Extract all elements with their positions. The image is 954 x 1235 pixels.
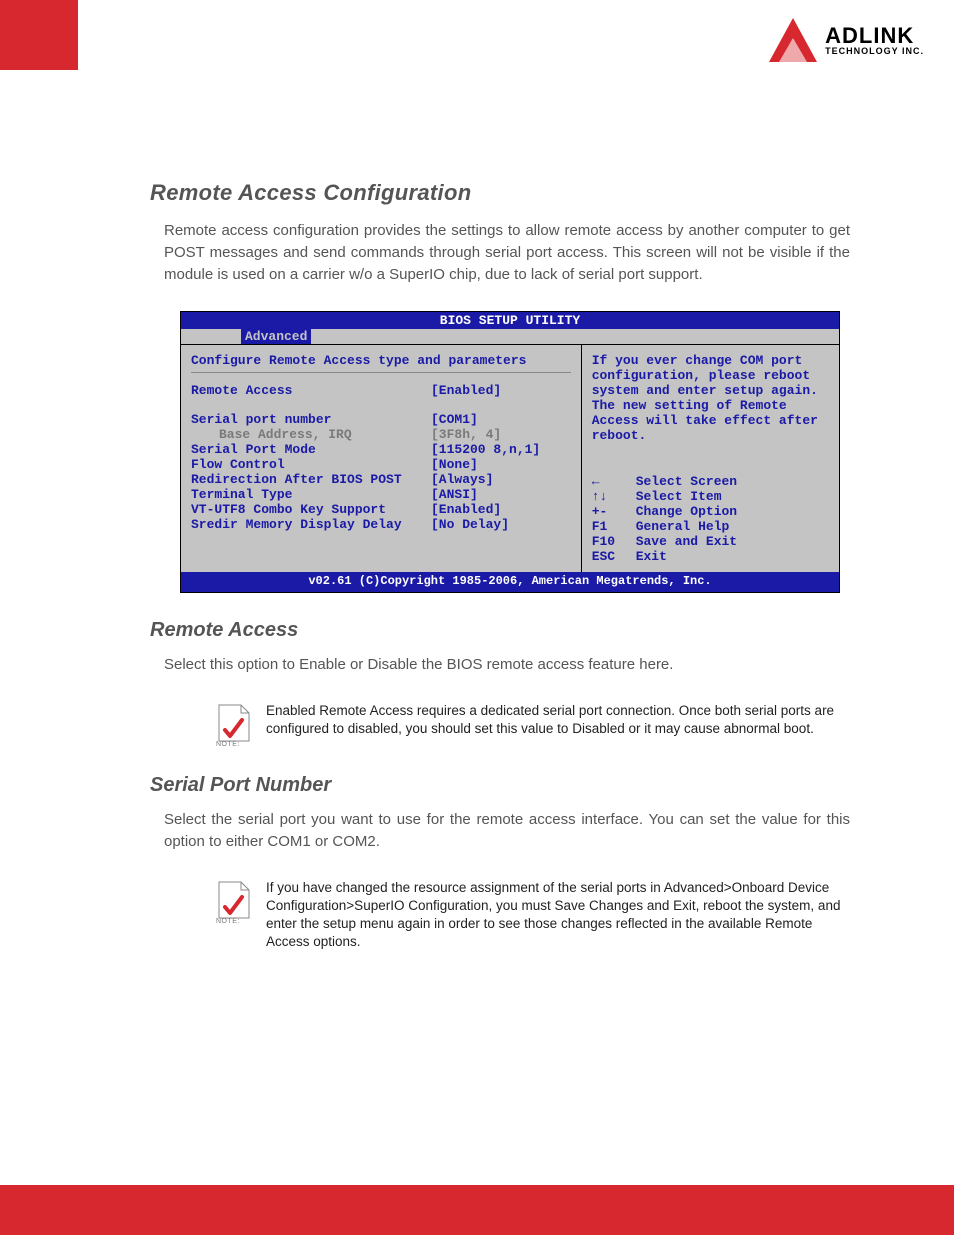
bios-setting-value: [COM1] (431, 412, 478, 427)
bios-setting-label: Base Address, IRQ (191, 427, 431, 442)
bios-footer: v02.61 (C)Copyright 1985-2006, American … (181, 572, 839, 592)
bios-right-pane: If you ever change COM port configuratio… (582, 345, 839, 572)
bios-setting-label: Remote Access (191, 383, 431, 398)
bios-nav-row: ESCExit (592, 549, 829, 564)
note-icon: NOTE: (216, 702, 252, 744)
bios-nav-row: ←Select Screen (592, 474, 829, 489)
bios-left-pane: Configure Remote Access type and paramet… (181, 345, 582, 572)
bios-setting-label: Sredir Memory Display Delay (191, 517, 431, 532)
footer-red-bar (0, 1185, 954, 1235)
header-red-tab (0, 0, 78, 70)
bios-nav-keys: ←Select Screen↑↓Select Item+-Change Opti… (592, 474, 829, 564)
bios-setting-label: VT-UTF8 Combo Key Support (191, 502, 431, 517)
section-title-remote-access-config: Remote Access Configuration (150, 180, 850, 206)
bios-setting-row: Remote Access[Enabled] (191, 383, 571, 398)
bios-tab-row: Advanced (181, 329, 839, 345)
bios-setting-row: Terminal Type[ANSI] (191, 487, 571, 502)
bios-setting-value: [No Delay] (431, 517, 509, 532)
note-text-2: If you have changed the resource assignm… (266, 879, 850, 952)
bios-nav-action: Change Option (636, 504, 737, 519)
bios-setting-value: [115200 8,n,1] (431, 442, 540, 457)
bios-setting-label: Flow Control (191, 457, 431, 472)
section-title-serial-port-number: Serial Port Number (150, 774, 850, 797)
bios-setting-value: [None] (431, 457, 478, 472)
note-block-2: NOTE: If you have changed the resource a… (216, 879, 850, 952)
section-title-remote-access: Remote Access (150, 619, 850, 642)
bios-nav-row: ↑↓Select Item (592, 489, 829, 504)
bios-setting-value: [Enabled] (431, 502, 501, 517)
bios-nav-key: +- (592, 504, 636, 519)
bios-setting-value: [Enabled] (431, 383, 501, 398)
note-block-1: NOTE: Enabled Remote Access requires a d… (216, 702, 850, 744)
bios-title-bar: BIOS SETUP UTILITY (181, 312, 839, 329)
bios-setting-label: Terminal Type (191, 487, 431, 502)
bios-nav-action: Save and Exit (636, 534, 737, 549)
bios-nav-row: +-Change Option (592, 504, 829, 519)
bios-setting-row: Redirection After BIOS POST[Always] (191, 472, 571, 487)
brand-logo: ADLINK TECHNOLOGY INC. (769, 18, 924, 62)
bios-nav-key: F1 (592, 519, 636, 534)
bios-nav-key: ESC (592, 549, 636, 564)
bios-setting-label: Serial Port Mode (191, 442, 431, 457)
bios-nav-key: ↑↓ (592, 489, 636, 504)
bios-setting-row: Serial port number[COM1] (191, 412, 571, 427)
bios-help-text: If you ever change COM port configuratio… (592, 353, 829, 450)
bios-nav-row: F1General Help (592, 519, 829, 534)
page-content: Remote Access Configuration Remote acces… (150, 180, 850, 981)
bios-setting-value: [3F8h, 4] (431, 427, 501, 442)
bios-setting-row: VT-UTF8 Combo Key Support[Enabled] (191, 502, 571, 517)
bios-setting-row: Sredir Memory Display Delay[No Delay] (191, 517, 571, 532)
note-text-1: Enabled Remote Access requires a dedicat… (266, 702, 850, 738)
section-para-remote-access-config: Remote access configuration provides the… (164, 220, 850, 285)
bios-setting-row: Serial Port Mode[115200 8,n,1] (191, 442, 571, 457)
bios-setting-row: Base Address, IRQ[3F8h, 4] (191, 427, 571, 442)
section-para-remote-access: Select this option to Enable or Disable … (164, 654, 850, 676)
bios-screenshot: BIOS SETUP UTILITY Advanced Configure Re… (180, 311, 840, 593)
bios-nav-action: Exit (636, 549, 667, 564)
note-label: NOTE: (216, 741, 240, 748)
logo-main-text: ADLINK (825, 25, 924, 47)
bios-tab-advanced: Advanced (241, 329, 311, 344)
bios-setting-label: Serial port number (191, 412, 431, 427)
bios-nav-key: ← (592, 474, 636, 489)
bios-setting-label: Redirection After BIOS POST (191, 472, 431, 487)
bios-setting-value: [ANSI] (431, 487, 478, 502)
bios-nav-action: General Help (636, 519, 730, 534)
bios-nav-action: Select Item (636, 489, 722, 504)
logo-sub-text: TECHNOLOGY INC. (825, 47, 924, 56)
logo-triangle-icon (769, 18, 817, 62)
note-label: NOTE: (216, 918, 240, 925)
note-icon: NOTE: (216, 879, 252, 921)
bios-nav-key: F10 (592, 534, 636, 549)
bios-config-header: Configure Remote Access type and paramet… (191, 353, 571, 373)
section-para-serial-port-number: Select the serial port you want to use f… (164, 809, 850, 853)
bios-nav-row: F10Save and Exit (592, 534, 829, 549)
bios-nav-action: Select Screen (636, 474, 737, 489)
bios-setting-row: Flow Control[None] (191, 457, 571, 472)
bios-setting-value: [Always] (431, 472, 493, 487)
